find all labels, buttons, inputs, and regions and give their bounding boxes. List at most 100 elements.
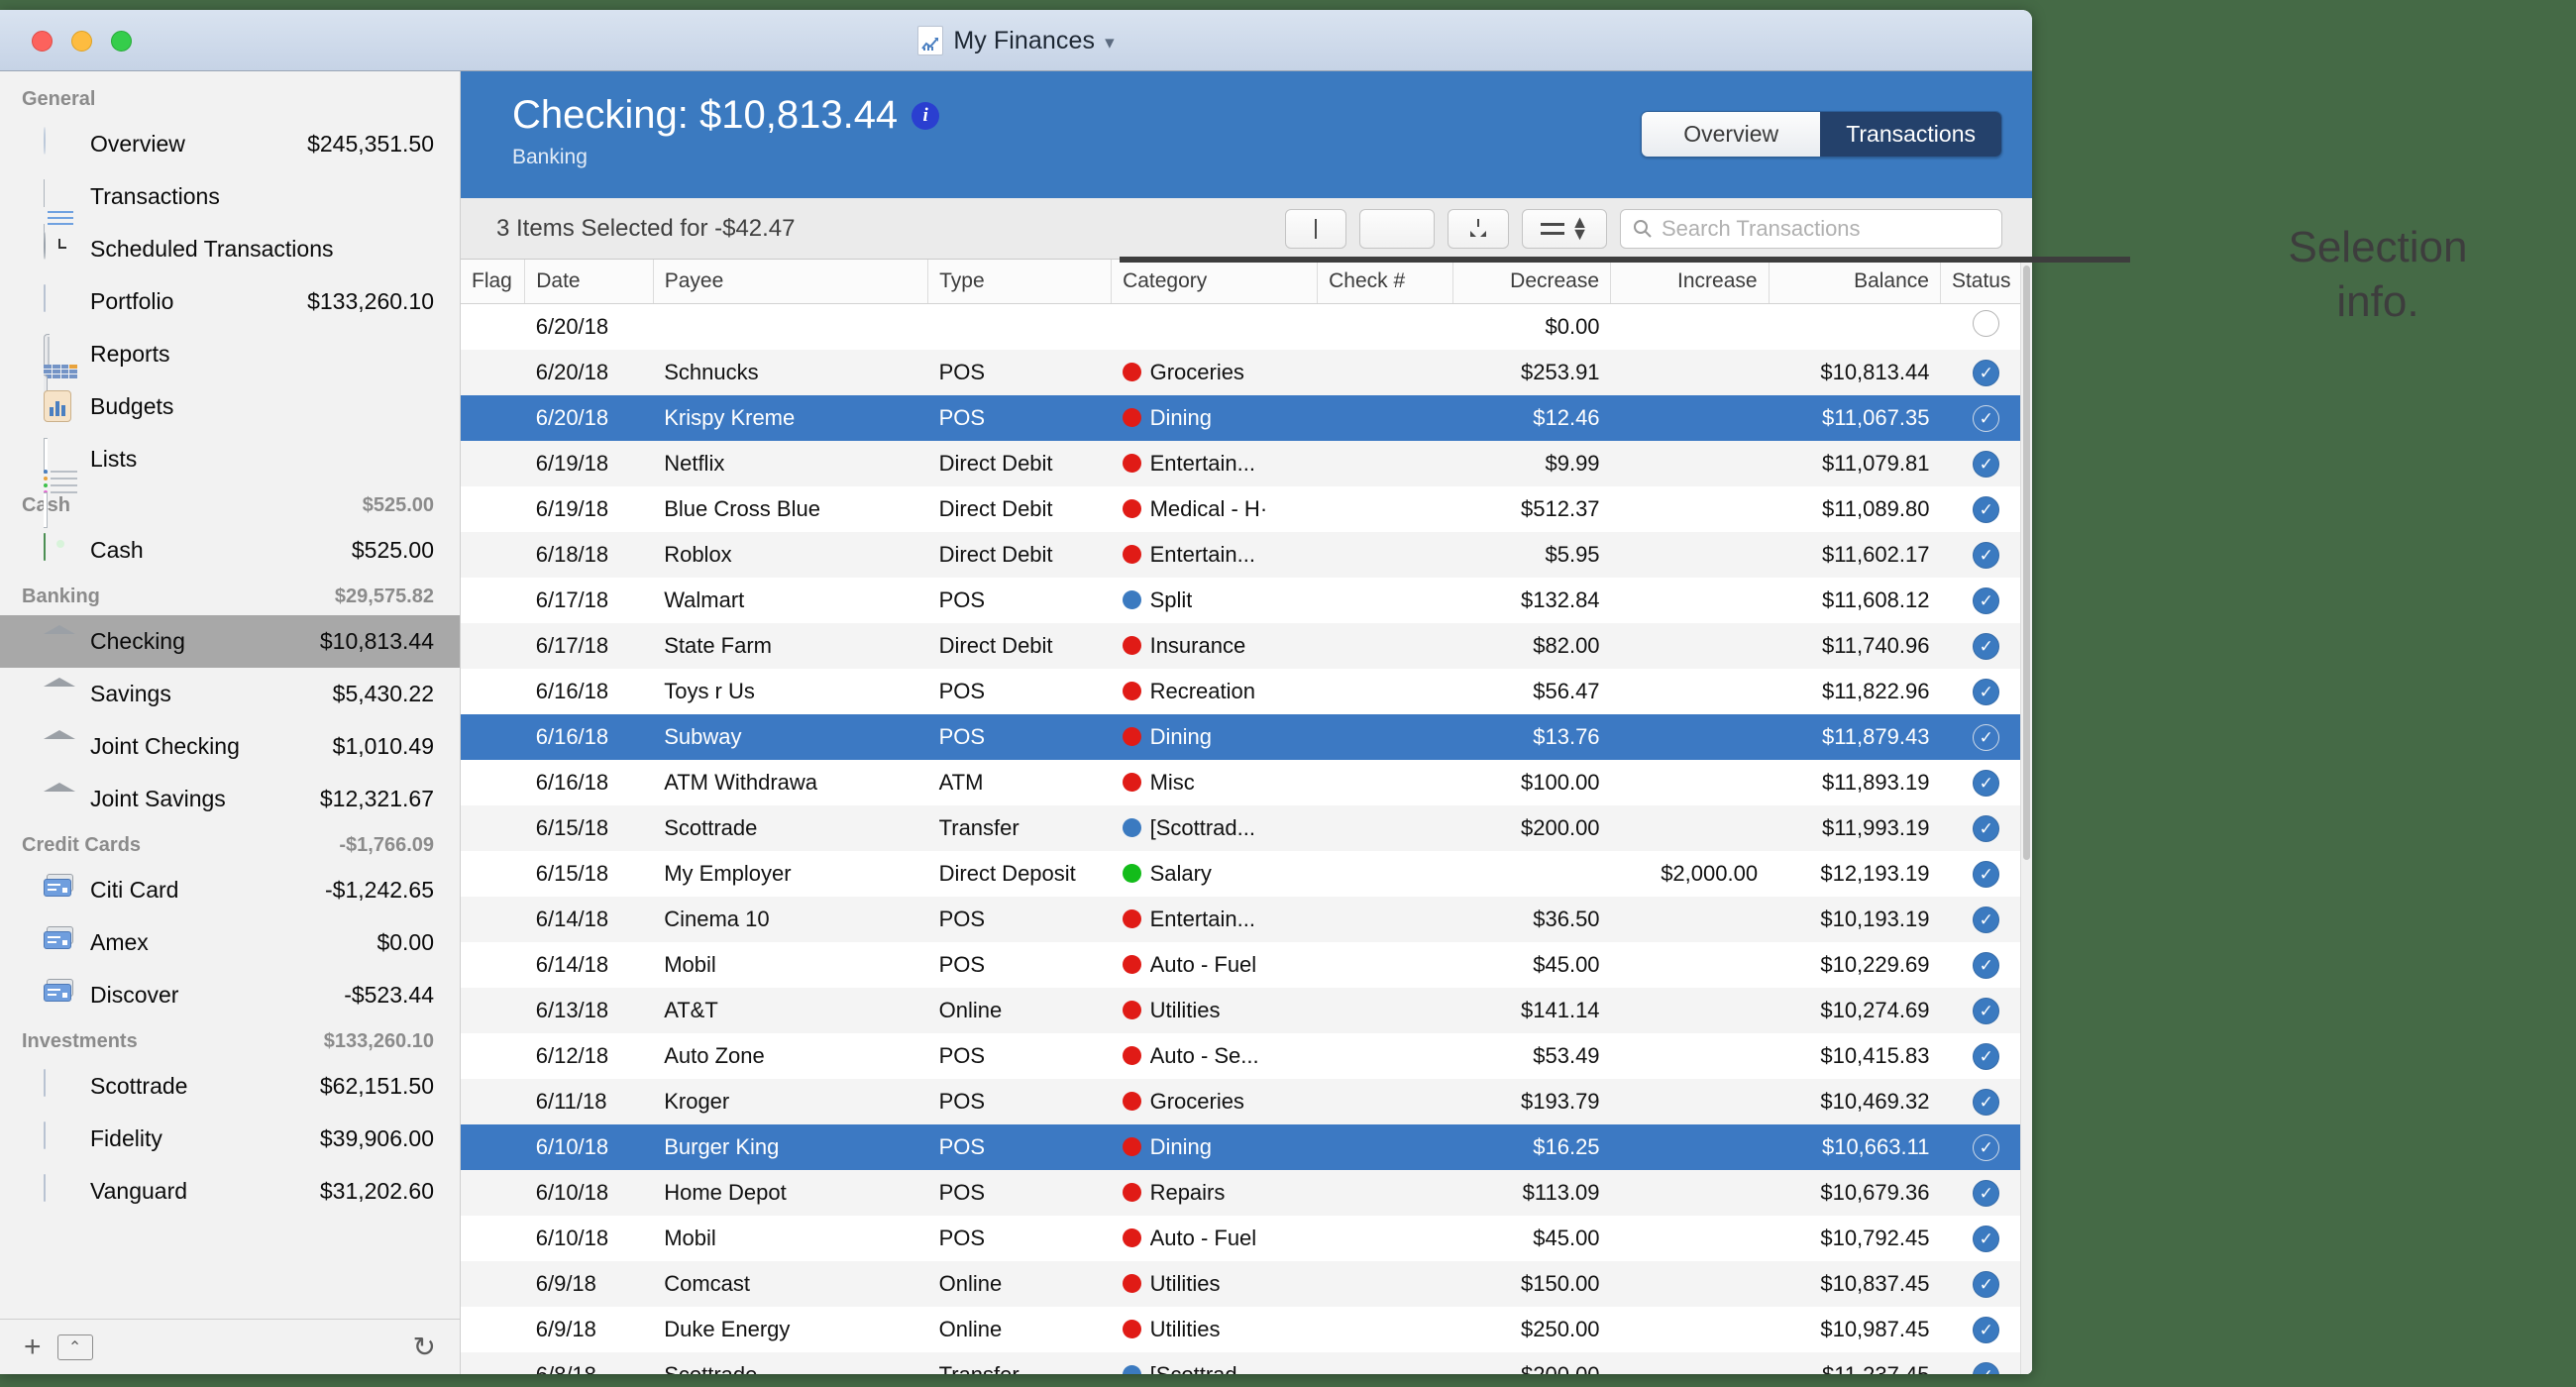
column-header-type[interactable]: Type xyxy=(927,260,1113,304)
sidebar-item-reports[interactable]: Reports xyxy=(0,328,460,408)
cell-status[interactable]: ✓ xyxy=(1940,851,2032,897)
tab-transactions[interactable]: Transactions xyxy=(1820,112,2001,157)
column-header-check-[interactable]: Check # xyxy=(1317,260,1453,304)
sidebar-item-lists[interactable]: Lists xyxy=(0,433,460,528)
cell-status[interactable]: ✓ xyxy=(1940,1079,2032,1124)
table-row[interactable]: 6/14/18 Mobil POS Auto - Fuel $45.00 $10,229.… xyxy=(461,941,2032,988)
column-header-category[interactable]: Category xyxy=(1111,260,1319,304)
table-row[interactable]: 6/20/18 Schnucks POS Groceries $253.91 $10,81… xyxy=(461,349,2032,395)
sidebar-item-joint-savings[interactable]: Joint Savings $12,321.67 xyxy=(0,773,460,825)
tab-overview[interactable]: Overview xyxy=(1642,112,1821,157)
status-badge[interactable]: ✓ xyxy=(1973,1088,2000,1116)
cell-status[interactable]: ✓ xyxy=(1940,1261,2032,1307)
table-row[interactable]: 6/18/18 Roblox Direct Debit Entertain... $5.… xyxy=(461,531,2032,578)
sidebar-item-vanguard[interactable]: Vanguard $31,202.60 xyxy=(0,1165,460,1218)
table-row[interactable]: 6/17/18 Walmart POS Split $132.84 $11,608.12 ✓ xyxy=(461,577,2032,623)
add-transaction-button[interactable] xyxy=(1285,208,1346,249)
status-badge[interactable]: ✓ xyxy=(1973,1042,2000,1070)
scrollbar-thumb[interactable] xyxy=(2023,266,2030,860)
status-badge[interactable]: ✓ xyxy=(1973,723,2000,751)
search-input[interactable]: Search Transactions xyxy=(1620,208,2002,249)
status-badge[interactable]: ✓ xyxy=(1973,587,2000,614)
sidebar-item-checking[interactable]: Checking $10,813.44 xyxy=(0,615,460,668)
status-badge[interactable]: ✓ xyxy=(1973,997,2000,1024)
chevron-down-icon[interactable]: ▾ xyxy=(1105,32,1115,54)
table-row[interactable]: 6/15/18 Scottrade Transfer [Scottrad... $200… xyxy=(461,804,2032,851)
table-row[interactable]: 6/19/18 Netflix Direct Debit Entertain... $9… xyxy=(461,440,2032,486)
table-row[interactable]: 6/10/18 Mobil POS Auto - Fuel $45.00 $10,792.… xyxy=(461,1215,2032,1261)
cell-status[interactable]: ✓ xyxy=(1940,578,2032,623)
view-segmented-control[interactable]: Overview Transactions xyxy=(1641,111,2002,158)
table-row[interactable]: 6/16/18 ATM Withdrawa ATM Misc $100.00 $11,89… xyxy=(461,759,2032,805)
table-row[interactable]: 6/14/18 Cinema 10 POS Entertain... $36.50 $10… xyxy=(461,896,2032,942)
column-header-date[interactable]: Date xyxy=(524,260,654,304)
status-badge[interactable] xyxy=(1973,310,2000,337)
column-header-decrease[interactable]: Decrease xyxy=(1452,260,1612,304)
transactions-table-container[interactable]: Flag Date Payee Type Category Check # Decrease… xyxy=(461,260,2032,1374)
cell-status[interactable]: ✓ xyxy=(1940,1170,2032,1216)
cell-status[interactable]: ✓ xyxy=(1940,714,2032,760)
cell-status[interactable]: ✓ xyxy=(1940,441,2032,486)
table-row[interactable]: 6/15/18 My Employer Direct Deposit Salary $2… xyxy=(461,850,2032,897)
cell-status[interactable]: ✓ xyxy=(1940,942,2032,988)
cell-status[interactable]: ✓ xyxy=(1940,805,2032,851)
table-row[interactable]: 6/17/18 State Farm Direct Debit Insurance $8… xyxy=(461,622,2032,669)
table-row[interactable]: 6/9/18 Duke Energy Online Utilities $250.00 $… xyxy=(461,1306,2032,1352)
status-badge[interactable]: ✓ xyxy=(1973,678,2000,705)
status-badge[interactable]: ✓ xyxy=(1973,495,2000,523)
cell-status[interactable]: ✓ xyxy=(1940,532,2032,578)
sidebar-item-scottrade[interactable]: Scottrade $62,151.50 xyxy=(0,1060,460,1113)
status-badge[interactable]: ✓ xyxy=(1973,1133,2000,1161)
status-badge[interactable]: ✓ xyxy=(1973,359,2000,386)
table-row[interactable]: 6/20/18 $0.00 xyxy=(461,303,2032,350)
cell-status[interactable]: ✓ xyxy=(1940,486,2032,532)
vertical-scrollbar[interactable] xyxy=(2020,260,2032,1374)
status-badge[interactable]: ✓ xyxy=(1973,769,2000,797)
cell-status[interactable]: ✓ xyxy=(1940,760,2032,805)
status-badge[interactable]: ✓ xyxy=(1973,860,2000,888)
cell-status[interactable]: ✓ xyxy=(1940,1033,2032,1079)
status-badge[interactable]: ✓ xyxy=(1973,541,2000,569)
sidebar-item-scheduled-transactions[interactable]: Scheduled Transactions xyxy=(0,223,460,275)
column-header-increase[interactable]: Increase xyxy=(1610,260,1770,304)
sidebar-item-citi-card[interactable]: Citi Card -$1,242.65 xyxy=(0,864,460,916)
status-badge[interactable]: ✓ xyxy=(1973,1270,2000,1298)
cell-status[interactable]: ✓ xyxy=(1940,623,2032,669)
cell-status[interactable]: ✓ xyxy=(1940,395,2032,441)
column-header-status[interactable]: Status xyxy=(1940,260,2032,304)
sidebar-scroll-area[interactable]: General Overview $245,351.50 Transactions Sc… xyxy=(0,71,460,1319)
status-badge[interactable]: ✓ xyxy=(1973,1316,2000,1343)
status-badge[interactable]: ✓ xyxy=(1973,1361,2000,1374)
table-row[interactable]: 6/20/18 Krispy Kreme POS Dining $12.46 $11,06… xyxy=(461,394,2032,441)
cell-status[interactable]: ✓ xyxy=(1940,1307,2032,1352)
column-header-flag[interactable]: Flag xyxy=(461,260,526,304)
status-badge[interactable]: ✓ xyxy=(1973,404,2000,432)
sidebar-item-portfolio[interactable]: Portfolio $133,260.10 xyxy=(0,275,460,328)
sidebar-item-transactions[interactable]: Transactions xyxy=(0,170,460,252)
cell-status[interactable]: ✓ xyxy=(1940,1124,2032,1170)
status-badge[interactable]: ✓ xyxy=(1973,1225,2000,1252)
cell-status[interactable]: ✓ xyxy=(1940,988,2032,1033)
table-row[interactable]: 6/16/18 Subway POS Dining $13.76 $11,879.43 ✓ xyxy=(461,713,2032,760)
table-row[interactable]: 6/10/18 Burger King POS Dining $16.25 $10,663… xyxy=(461,1123,2032,1170)
refresh-icon[interactable]: ↻ xyxy=(413,1331,436,1363)
delete-transaction-button[interactable] xyxy=(1359,208,1435,249)
column-header-payee[interactable]: Payee xyxy=(653,260,929,304)
cell-status[interactable]: ✓ xyxy=(1940,1352,2032,1374)
status-badge[interactable]: ✓ xyxy=(1973,632,2000,660)
status-badge[interactable]: ✓ xyxy=(1973,951,2000,979)
cell-status[interactable]: ✓ xyxy=(1940,350,2032,395)
sort-button[interactable]: ▲ ▼ xyxy=(1522,208,1607,249)
column-header-balance[interactable]: Balance xyxy=(1769,260,1941,304)
table-row[interactable]: 6/10/18 Home Depot POS Repairs $113.09 $10,67… xyxy=(461,1169,2032,1216)
status-badge[interactable]: ✓ xyxy=(1973,906,2000,933)
sidebar-item-overview[interactable]: Overview $245,351.50 xyxy=(0,118,460,170)
status-badge[interactable]: ✓ xyxy=(1973,1179,2000,1207)
status-badge[interactable]: ✓ xyxy=(1973,814,2000,842)
status-badge[interactable]: ✓ xyxy=(1973,450,2000,478)
table-row[interactable]: 6/8/18 Scottrade Transfer [Scottrad... $200.… xyxy=(461,1351,2032,1374)
sidebar-item-discover[interactable]: Discover -$523.44 xyxy=(0,969,460,1021)
cell-status[interactable] xyxy=(1940,303,2032,350)
sidebar-item-savings[interactable]: Savings $5,430.22 xyxy=(0,668,460,720)
sidebar-item-budgets[interactable]: Budgets xyxy=(0,380,460,433)
